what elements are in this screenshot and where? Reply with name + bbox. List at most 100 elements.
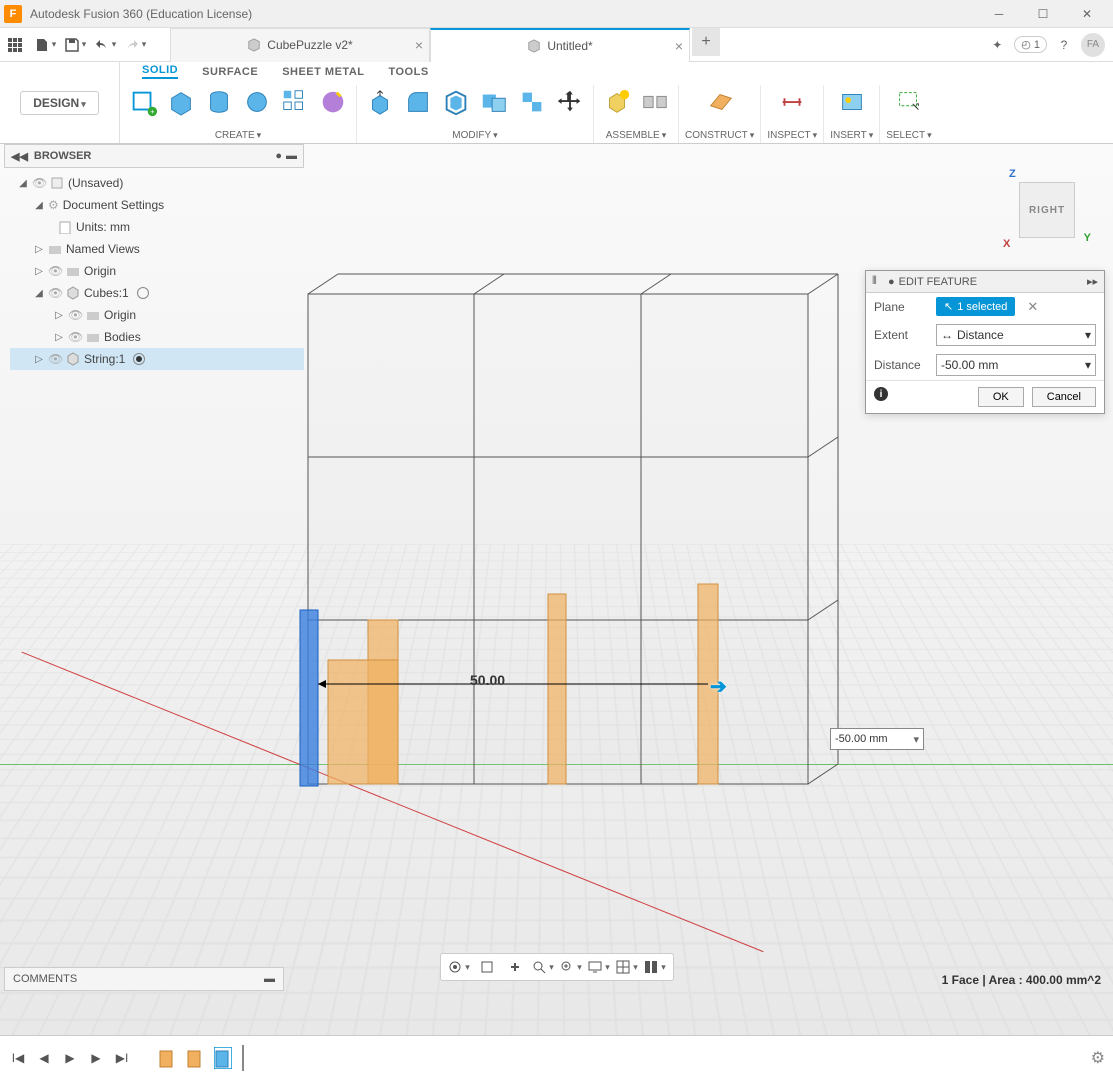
zoom-icon[interactable] — [531, 955, 555, 979]
browser-root[interactable]: ◢👁(Unsaved) — [10, 172, 304, 194]
help-button[interactable]: ? — [1051, 32, 1077, 58]
orbit-icon[interactable] — [447, 955, 471, 979]
select-icon[interactable] — [892, 85, 926, 119]
timeline-settings-icon[interactable]: ⚙ — [1091, 1048, 1105, 1068]
create-label[interactable]: CREATE — [215, 130, 261, 143]
job-status-badge[interactable]: ◴ 1 — [1014, 36, 1047, 53]
timeline-start-icon[interactable]: I◀ — [8, 1048, 28, 1068]
shell-icon[interactable] — [439, 85, 473, 119]
sphere-icon[interactable] — [240, 85, 274, 119]
ribbon-tab-tools[interactable]: TOOLS — [388, 66, 428, 78]
save-button[interactable] — [61, 31, 89, 59]
timeline-feature-3[interactable] — [212, 1045, 234, 1071]
file-menu[interactable] — [31, 31, 59, 59]
plane-icon[interactable] — [703, 85, 737, 119]
display-icon[interactable] — [587, 955, 611, 979]
browser-units[interactable]: Units: mm — [10, 216, 304, 238]
insert-icon[interactable] — [835, 85, 869, 119]
timeline-feature-2[interactable] — [184, 1045, 206, 1071]
comments-bar[interactable]: COMMENTS ▬ — [4, 967, 284, 991]
expand-icon[interactable]: ▸▸ — [1087, 275, 1098, 288]
model-geometry[interactable] — [298, 284, 838, 814]
browser-bodies[interactable]: ▷👁Bodies — [10, 326, 304, 348]
modify-label[interactable]: MODIFY — [452, 130, 497, 143]
browser-string[interactable]: ▷👁String:1 — [10, 348, 304, 370]
combine-icon[interactable] — [477, 85, 511, 119]
data-panel-button[interactable] — [1, 31, 29, 59]
browser-pin-icon[interactable]: ▬ — [286, 150, 297, 162]
edit-feature-header[interactable]: ⦀ ● EDIT FEATURE ▸▸ — [866, 271, 1104, 293]
browser-cubes-origin[interactable]: ▷👁Origin — [10, 304, 304, 326]
ribbon-tab-surface[interactable]: SURFACE — [202, 66, 258, 78]
sketch-icon[interactable]: + — [126, 85, 160, 119]
align-icon[interactable] — [515, 85, 549, 119]
construct-label[interactable]: CONSTRUCT — [685, 130, 754, 143]
joint-icon[interactable] — [638, 85, 672, 119]
ok-button[interactable]: OK — [978, 387, 1024, 407]
ribbon-tab-solid[interactable]: SOLID — [142, 64, 178, 79]
redo-button[interactable] — [121, 31, 149, 59]
comments-pin-icon[interactable]: ▬ — [264, 973, 275, 985]
new-tab-button[interactable]: + — [692, 28, 720, 56]
workspace-button[interactable]: DESIGN — [20, 91, 99, 115]
timeline-next-icon[interactable]: ▶ — [86, 1048, 106, 1068]
maximize-button[interactable]: ☐ — [1021, 0, 1065, 28]
box-icon[interactable] — [164, 85, 198, 119]
timeline-prev-icon[interactable]: ◀ — [34, 1048, 54, 1068]
doc-tab-cubepuzzle[interactable]: CubePuzzle v2* × — [170, 28, 430, 62]
collapse-icon[interactable]: ◀◀ — [11, 150, 28, 163]
timeline-end-icon[interactable]: ▶I — [112, 1048, 132, 1068]
insert-label[interactable]: INSERT — [830, 130, 873, 143]
minimize-button[interactable]: ─ — [977, 0, 1021, 28]
viewcube[interactable]: Z Y X RIGHT — [1011, 174, 1083, 246]
timeline-play-icon[interactable]: ▶ — [60, 1048, 80, 1068]
tab-close-icon[interactable]: × — [415, 37, 423, 53]
pattern-icon[interactable] — [278, 85, 312, 119]
timeline-feature-1[interactable] — [156, 1045, 178, 1071]
cancel-button[interactable]: Cancel — [1032, 387, 1096, 407]
extensions-button[interactable]: ✦ — [984, 32, 1010, 58]
assemble-label[interactable]: ASSEMBLE — [606, 130, 666, 143]
browser-header[interactable]: ◀◀ BROWSER ●▬ — [4, 144, 304, 168]
browser-origin[interactable]: ▷👁Origin — [10, 260, 304, 282]
clear-selection-icon[interactable]: ✕ — [1027, 299, 1038, 315]
new-component-icon[interactable] — [600, 85, 634, 119]
panel-pin-icon[interactable]: ⦀ — [872, 275, 884, 288]
distance-float-input[interactable]: -50.00 mm ▾ — [830, 728, 924, 750]
distance-input[interactable]: -50.00 mm ▾ — [936, 354, 1096, 376]
fillet-icon[interactable] — [401, 85, 435, 119]
viewport-icon[interactable] — [643, 955, 667, 979]
create-form-icon[interactable] — [316, 85, 350, 119]
browser-settings-icon[interactable]: ● — [275, 150, 282, 162]
browser-named-views[interactable]: ▷Named Views — [10, 238, 304, 260]
browser-cubes[interactable]: ◢👁Cubes:1 — [10, 282, 304, 304]
workspace-picker[interactable]: DESIGN — [0, 62, 120, 143]
select-label[interactable]: SELECT — [886, 130, 931, 143]
pan-icon[interactable] — [503, 955, 527, 979]
info-icon[interactable]: i — [874, 387, 888, 401]
presspull-icon[interactable] — [363, 85, 397, 119]
direction-arrow-icon[interactable]: ➔ — [710, 674, 727, 699]
fit-icon[interactable] — [559, 955, 583, 979]
user-avatar[interactable]: FA — [1081, 33, 1105, 57]
close-button[interactable]: ✕ — [1065, 0, 1109, 28]
dimension-value[interactable]: 50.00 — [470, 672, 505, 688]
doc-tab-untitled[interactable]: Untitled* × — [430, 28, 690, 62]
measure-icon[interactable] — [775, 85, 809, 119]
cylinder-icon[interactable] — [202, 85, 236, 119]
plane-selection[interactable]: ↖ 1 selected — [936, 297, 1015, 316]
viewport[interactable]: ◀◀ BROWSER ●▬ ◢👁(Unsaved) ◢⚙Document Set… — [0, 144, 1113, 1035]
viewcube-face[interactable]: RIGHT — [1019, 182, 1075, 238]
lookat-icon[interactable] — [475, 955, 499, 979]
activate-radio[interactable] — [133, 353, 145, 365]
ribbon-tab-sheetmetal[interactable]: SHEET METAL — [282, 66, 364, 78]
extent-dropdown[interactable]: ↔ Distance ▾ — [936, 324, 1096, 346]
undo-button[interactable] — [91, 31, 119, 59]
tab-close-icon[interactable]: × — [675, 38, 683, 54]
browser-doc-settings[interactable]: ◢⚙Document Settings — [10, 194, 304, 216]
move-icon[interactable] — [553, 85, 587, 119]
timeline-playhead[interactable] — [242, 1045, 244, 1071]
chevron-down-icon[interactable]: ▾ — [913, 733, 919, 746]
activate-radio[interactable] — [137, 287, 149, 299]
grid-icon[interactable] — [615, 955, 639, 979]
